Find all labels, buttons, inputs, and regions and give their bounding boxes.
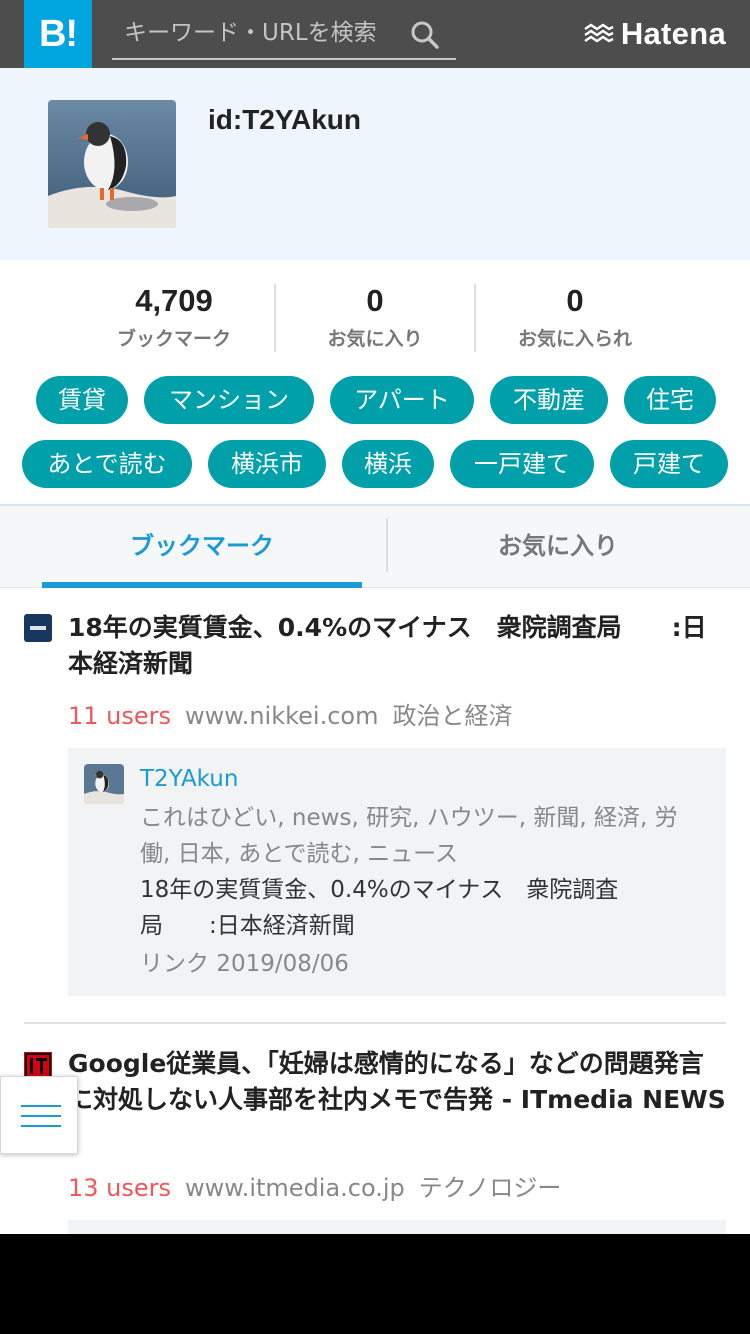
puffin-avatar-image — [48, 100, 176, 228]
entry-title[interactable]: Google従業員、「妊婦は感情的になる」などの問題発言に対処しない人事部を社内… — [68, 1046, 728, 1118]
comment-card — [68, 1220, 726, 1234]
hatena-brand[interactable]: Hatena — [583, 14, 726, 54]
stat-label: ブックマーク — [116, 328, 231, 350]
brand-text: Hatena — [620, 16, 726, 51]
comment-tags[interactable]: これはひどい, news, 研究, ハウツー, 新聞, 経済, 労働, 日本, … — [140, 800, 680, 872]
entry-site[interactable]: www.nikkei.com — [185, 702, 378, 730]
stat-favorites[interactable]: 0 お気に入り — [274, 284, 474, 352]
stat-value: 4,709 — [135, 283, 213, 318]
comment-text: 18年の実質賃金、0.4%のマイナス 衆院調査局 :日本経済新聞 — [140, 877, 619, 939]
menu-button[interactable] — [0, 1076, 78, 1154]
comment-username[interactable]: T2YAkun — [140, 766, 238, 792]
top-bar: B! Hatena — [0, 0, 750, 68]
tag-chip[interactable]: 住宅 — [624, 376, 716, 424]
tag-chip[interactable]: 戸建て — [610, 440, 728, 488]
avatar[interactable] — [48, 100, 176, 228]
tag-chip[interactable]: 賃貸 — [36, 376, 128, 424]
entry-title[interactable]: 18年の実質賃金、0.4%のマイナス 衆院調査局 :日本経済新聞 — [68, 610, 728, 682]
stat-bookmarks[interactable]: 4,709 ブックマーク — [74, 284, 274, 352]
stat-label: お気に入り — [327, 328, 423, 350]
stat-value: 0 — [366, 283, 384, 318]
tag-chip[interactable]: 一戸建て — [450, 440, 594, 488]
comment-card: T2YAkun これはひどい, news, 研究, ハウツー, 新聞, 経済, … — [68, 748, 726, 996]
search-icon[interactable] — [410, 20, 440, 50]
entry-divider — [24, 1022, 726, 1024]
tag-chip[interactable]: 不動産 — [490, 376, 608, 424]
tag-chip[interactable]: マンション — [144, 376, 314, 424]
tag-chip[interactable]: 横浜 — [342, 440, 434, 488]
users-count[interactable]: 13 users — [68, 1174, 171, 1202]
tab-favorites[interactable]: お気に入り — [388, 506, 728, 586]
stats-panel: 4,709 ブックマーク 0 お気に入り 0 お気に入られ — [74, 284, 676, 352]
tag-chip[interactable]: あとで読む — [22, 440, 192, 488]
users-count[interactable]: 11 users — [68, 702, 171, 730]
entry-category[interactable]: 政治と経済 — [392, 702, 512, 730]
stat-favorited-by[interactable]: 0 お気に入られ — [474, 284, 674, 352]
search-bar — [112, 10, 456, 60]
tag-chip[interactable]: アパート — [330, 376, 474, 424]
bookmark-entry: 18年の実質賃金、0.4%のマイナス 衆院調査局 :日本経済新聞 11 user… — [24, 610, 726, 1000]
tab-bookmarks[interactable]: ブックマーク — [42, 506, 362, 588]
bookmark-entry: Google従業員、「妊婦は感情的になる」などの問題発言に対処しない人事部を社内… — [24, 1046, 726, 1234]
tag-chip[interactable]: 横浜市 — [208, 440, 326, 488]
comment-date[interactable]: リンク 2019/08/06 — [140, 944, 349, 978]
hatena-bookmark-logo[interactable]: B! — [24, 0, 92, 68]
puffin-avatar-image — [84, 764, 124, 804]
username: id:T2YAkun — [208, 104, 361, 135]
entry-site[interactable]: www.itmedia.co.jp — [185, 1174, 405, 1202]
stat-label: お気に入られ — [517, 328, 632, 350]
search-input[interactable] — [112, 10, 402, 56]
entry-meta: 11 users www.nikkei.com 政治と経済 — [68, 696, 512, 731]
page: B! Hatena — [0, 0, 750, 1234]
tag-row: あとで読む 横浜市 横浜 一戸建て 戸建て — [0, 440, 750, 488]
nikkei-icon — [24, 614, 52, 642]
tab-bar: ブックマーク お気に入り — [0, 506, 750, 588]
hamburger-icon-line — [21, 1105, 61, 1107]
stat-value: 0 — [566, 283, 584, 318]
hamburger-icon-line — [21, 1125, 61, 1127]
profile-header: id:T2YAkun — [0, 68, 750, 260]
entry-category[interactable]: テクノロジー — [419, 1174, 562, 1202]
hatena-logo-icon — [584, 23, 614, 43]
comment-avatar[interactable] — [84, 764, 124, 804]
tag-row: 賃貸 マンション アパート 不動産 住宅 — [0, 376, 750, 424]
hamburger-icon-line — [21, 1115, 61, 1117]
entry-meta: 13 users www.itmedia.co.jp テクノロジー — [68, 1168, 561, 1203]
